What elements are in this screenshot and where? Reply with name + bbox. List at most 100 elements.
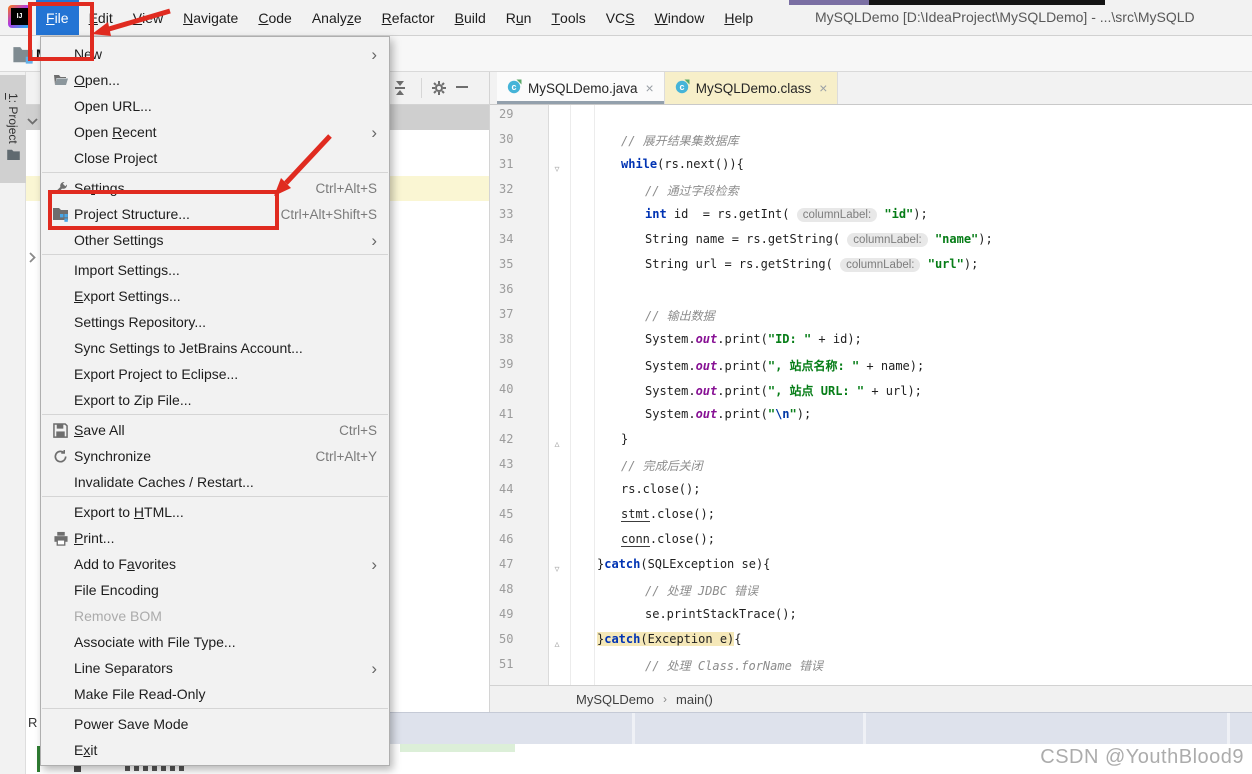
- menu-item-other-settings[interactable]: Other Settings ›: [41, 227, 389, 253]
- line-number: 29: [499, 107, 514, 121]
- menu-item-export-to-html[interactable]: Export to HTML...: [41, 499, 389, 525]
- menu-item-associate-with-file-type[interactable]: Associate with File Type...: [41, 629, 389, 655]
- menu-item-invalidate-caches-restart[interactable]: Invalidate Caches / Restart...: [41, 469, 389, 495]
- menubar-item-vcs[interactable]: VC S: [596, 0, 645, 35]
- menu-item-exit[interactable]: Exit: [41, 737, 389, 763]
- console-text-fragment: [125, 766, 187, 771]
- menu-item-export-settings[interactable]: Export Settings...: [41, 283, 389, 309]
- code-text: String url = rs.getString( columnLabel: …: [549, 257, 978, 272]
- code-token: // 输出数据: [645, 309, 715, 323]
- chevron-down-icon[interactable]: [27, 112, 38, 130]
- line-number: 51: [499, 657, 514, 671]
- code-token: id = rs.getInt(: [666, 207, 797, 221]
- code-token: (SQLException se){: [640, 557, 771, 571]
- printer-icon: [47, 531, 74, 546]
- chevron-right-icon[interactable]: [29, 250, 36, 268]
- menu-item-open[interactable]: Open...: [41, 67, 389, 93]
- menu-item-new[interactable]: New ›: [41, 41, 389, 67]
- breadcrumb-item[interactable]: main(): [676, 692, 713, 707]
- menu-item-line-separators[interactable]: Line Separators ›: [41, 655, 389, 681]
- menu-item-export-to-zip-file[interactable]: Export to Zip File...: [41, 387, 389, 413]
- menu-item-sync-settings-to-jetbrains-account[interactable]: Sync Settings to JetBrains Account...: [41, 335, 389, 361]
- menubar-item-refactor[interactable]: Refactor: [372, 0, 445, 35]
- code-line-51: 51 // 处理 Class.forName 错误: [490, 657, 1252, 682]
- menu-item-add-to-favorites[interactable]: Add to Favorites ›: [41, 551, 389, 577]
- project-tab-label: 1: Project: [6, 92, 20, 144]
- code-token: String name = rs.getString(: [645, 232, 848, 246]
- menu-item-open-url[interactable]: Open URL...: [41, 93, 389, 119]
- menu-separator: [42, 172, 388, 173]
- menu-item-label: Settings...: [74, 180, 137, 196]
- code-line-32: 32 // 通过字段检索: [490, 182, 1252, 207]
- project-structure-icon: [47, 206, 74, 222]
- menubar-item-tools[interactable]: Tools: [541, 0, 595, 35]
- code-token: conn: [621, 532, 650, 547]
- line-number: 30: [499, 132, 514, 146]
- line-number: 47: [499, 557, 514, 571]
- hide-panel-icon[interactable]: [456, 86, 468, 88]
- menu-item-open-recent[interactable]: Open Recent ›: [41, 119, 389, 145]
- menu-item-import-settings[interactable]: Import Settings...: [41, 257, 389, 283]
- menubar-item-file[interactable]: File: [36, 0, 79, 35]
- collapse-all-icon[interactable]: [392, 80, 408, 101]
- gear-icon[interactable]: [431, 80, 447, 101]
- menubar-item-view[interactable]: View: [123, 0, 173, 35]
- console-green-strip: [400, 744, 515, 752]
- menu-item-label: Invalidate Caches / Restart...: [74, 474, 254, 490]
- menu-item-synchronize[interactable]: Synchronize Ctrl+Alt+Y: [41, 443, 389, 469]
- menu-shortcut: Ctrl+Alt+Shift+S: [280, 206, 377, 222]
- menubar-item-analyze[interactable]: Analy z e: [302, 0, 372, 35]
- fold-marker-icon[interactable]: ▿: [550, 557, 564, 582]
- code-token: .print(: [717, 332, 768, 346]
- menu-item-project-structure[interactable]: Project Structure... Ctrl+Alt+Shift+S: [41, 201, 389, 227]
- menu-item-make-file-read-only[interactable]: Make File Read-Only: [41, 681, 389, 707]
- menu-item-label: New: [74, 46, 103, 62]
- fold-marker-icon[interactable]: ▿: [550, 157, 564, 182]
- open-folder-icon[interactable]: [12, 43, 34, 70]
- editor-tab-mysqldemo.class[interactable]: c MySQLDemo.class ×: [664, 72, 839, 104]
- menu-item-label: Open...: [74, 72, 120, 88]
- menu-item-close-project[interactable]: Close Project: [41, 145, 389, 171]
- menubar-item-code[interactable]: Code: [248, 0, 301, 35]
- menu-item-settings-repository[interactable]: Settings Repository...: [41, 309, 389, 335]
- menu-shortcut: Ctrl+S: [339, 422, 377, 438]
- menu-item-export-project-to-eclipse[interactable]: Export Project to Eclipse...: [41, 361, 389, 387]
- menubar-item-window[interactable]: Window: [645, 0, 715, 35]
- menubar-item-help[interactable]: Help: [714, 0, 763, 35]
- menu-item-label: Export Project to Eclipse...: [74, 366, 239, 382]
- menubar-item-edit[interactable]: Edit: [79, 0, 123, 35]
- code-token: "ID: ": [767, 332, 812, 346]
- breadcrumb-item[interactable]: MySQLDemo: [576, 692, 654, 707]
- line-number: 39: [499, 357, 514, 371]
- menu-item-print[interactable]: Print...: [41, 525, 389, 551]
- menubar: File Edit View Navigate Code Analy z e Refactor B…: [36, 0, 763, 35]
- code-line-47: 47 ▿}catch(SQLException se){: [490, 557, 1252, 582]
- menu-item-settings[interactable]: Settings... Ctrl+Alt+S: [41, 175, 389, 201]
- menubar-item-build[interactable]: Build: [445, 0, 496, 35]
- code-token: System.: [645, 332, 696, 346]
- code-token: out: [695, 332, 718, 346]
- code-text: String name = rs.getString( columnLabel:…: [549, 232, 993, 247]
- code-token: int: [645, 207, 667, 221]
- menu-item-save-all[interactable]: Save All Ctrl+S: [41, 417, 389, 443]
- code-editor[interactable]: 29 30// 展开结果集数据库 31 ▿ while(rs.next()){32// …: [490, 105, 1252, 685]
- floppy-icon: [47, 422, 74, 438]
- menubar-item-run[interactable]: Run: [496, 0, 542, 35]
- code-token: rs.close();: [621, 482, 701, 496]
- code-line-34: 34 String name = rs.getString( columnLabe…: [490, 232, 1252, 257]
- close-icon[interactable]: ×: [819, 80, 827, 96]
- menu-item-label: Open Recent: [74, 124, 157, 140]
- close-icon[interactable]: ×: [646, 80, 654, 96]
- menu-item-file-encoding[interactable]: File Encoding: [41, 577, 389, 603]
- panel-divider: [632, 713, 635, 744]
- sidebar-item-project[interactable]: 1: Project: [0, 75, 26, 183]
- editor-tab-mysqldemo.java[interactable]: c MySQLDemo.java ×: [497, 72, 665, 104]
- fold-marker-icon[interactable]: ▵: [550, 632, 564, 657]
- menubar-item-navigate[interactable]: Navigate: [173, 0, 248, 35]
- code-token: "id": [884, 207, 914, 221]
- menu-item-power-save-mode[interactable]: Power Save Mode: [41, 711, 389, 737]
- code-token: + id);: [811, 332, 862, 346]
- fold-marker-icon[interactable]: ▵: [550, 432, 564, 457]
- code-token: ", 站点名称: ": [767, 359, 860, 373]
